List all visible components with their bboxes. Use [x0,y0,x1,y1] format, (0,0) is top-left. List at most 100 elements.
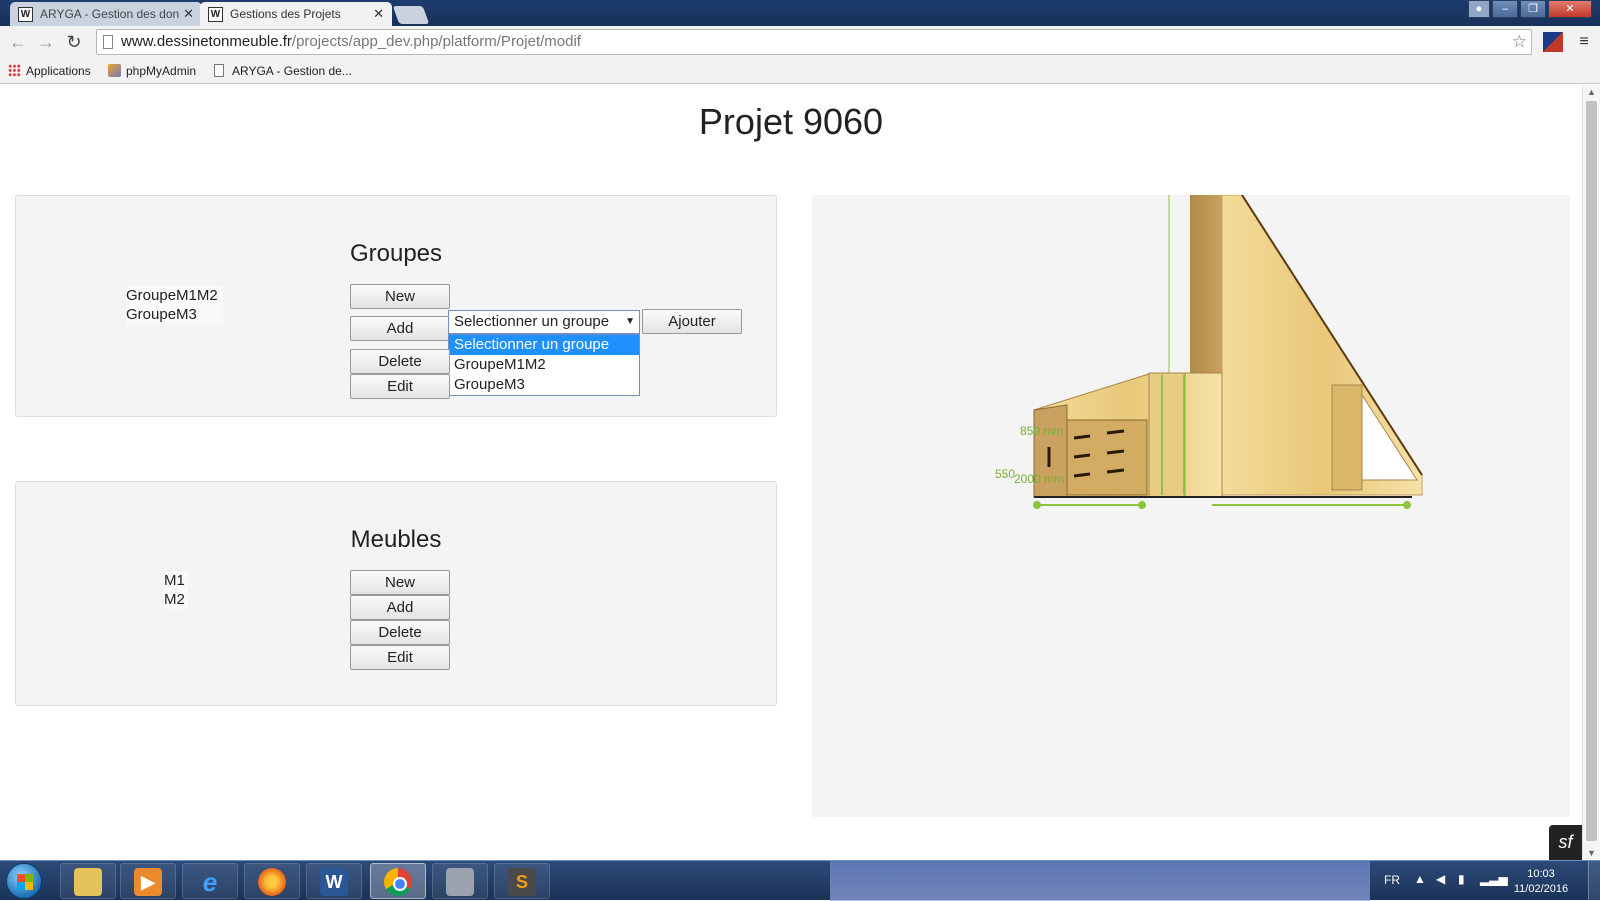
app-icon [446,868,474,896]
groupe-delete-button[interactable]: Delete [350,349,450,374]
language-indicator[interactable]: FR [1384,873,1400,887]
menu-icon[interactable]: ≡ [1576,32,1592,52]
new-tab-button[interactable] [392,6,430,24]
select-option[interactable]: GroupeM1M2 [449,355,639,375]
scroll-down-arrow-icon[interactable]: ▼ [1587,848,1596,858]
internet-explorer-icon: e [202,867,218,897]
taskbar-clock[interactable]: 10:03 11/02/2016 [1506,867,1576,897]
tab-gestions-projets[interactable]: W Gestions des Projets ✕ [200,2,392,26]
minimize-button[interactable]: – [1492,0,1518,18]
url-path: /projects/app_dev.php/platform/Projet/mo… [291,33,581,50]
select-value: Selectionner un groupe [454,313,610,330]
word-favicon-icon: W [208,7,223,22]
groupe-select-options: Selectionner un groupe GroupeM1M2 Groupe… [448,334,640,396]
ajouter-button[interactable]: Ajouter [642,309,742,334]
word-favicon-icon: W [18,7,33,22]
back-arrow-icon[interactable]: ← [6,30,30,54]
select-option[interactable]: GroupeM3 [449,375,639,395]
meuble-edit-button[interactable]: Edit [350,645,450,670]
list-item[interactable]: GroupeM1M2 [126,286,223,305]
close-icon[interactable]: ✕ [373,2,384,26]
furniture-render: 850 mm 550 2000 mm [995,194,1423,509]
close-window-button[interactable]: ✕ [1548,0,1592,18]
groupe-new-button[interactable]: New [350,284,450,309]
symfony-toolbar-icon[interactable]: sf [1549,825,1582,860]
bookmarks-bar: Applications phpMyAdmin ARYGA - Gestion … [0,58,1600,84]
scroll-up-arrow-icon[interactable]: ▲ [1587,87,1596,97]
chrome-icon [384,868,412,896]
bookmark-star-icon[interactable]: ☆ [1512,30,1527,54]
list-item[interactable]: GroupeM3 [126,305,223,324]
dropdown-arrow-icon: ▼ [625,316,635,327]
groupes-title: Groupes [349,240,443,267]
dim-label-850: 850 mm [1020,424,1063,438]
tab-label: Gestions des Projets [230,7,341,21]
bookmark-phpmyadmin[interactable]: phpMyAdmin [108,58,196,84]
low-door [1148,372,1186,498]
tab-label: ARYGA - Gestion des don [40,7,180,21]
list-item[interactable]: M2 [164,590,188,609]
taskbar-word[interactable]: W [306,863,362,899]
start-button[interactable] [6,863,42,899]
taskbar-firefox[interactable] [244,863,300,899]
firefox-icon [258,868,286,896]
bookmark-aryga[interactable]: ARYGA - Gestion de... [214,58,352,84]
list-item[interactable]: M1 [164,571,188,590]
groupes-list[interactable]: GroupeM1M2 GroupeM3 [126,286,223,324]
select-option[interactable]: Selectionner un groupe [449,335,639,355]
browser-titlebar: W ARYGA - Gestion des don ✕ W Gestions d… [0,0,1600,26]
network-icon[interactable]: ▮ [1458,872,1465,886]
signal-icon[interactable]: ▂▃▅ [1480,872,1508,886]
meuble-add-button[interactable]: Add [350,595,450,620]
volume-icon[interactable]: ◀ [1436,872,1445,886]
taskbar-media-player[interactable]: ▶ [120,863,176,899]
address-bar[interactable]: www.dessinetonmeuble.fr/projects/app_dev… [96,29,1532,55]
sublime-text-icon: S [508,868,536,896]
folder-icon [74,868,102,896]
taskbar-sublime-text[interactable]: S [494,863,550,899]
maximize-button[interactable]: ❐ [1520,0,1546,18]
meubles-list[interactable]: M1 M2 [164,571,188,609]
cabinet-opening [1361,393,1418,481]
groupe-select[interactable]: Selectionner un groupe ▼ [448,310,640,334]
forward-arrow-icon[interactable]: → [34,30,58,54]
user-icon[interactable]: ● [1468,0,1490,18]
tray-expand-icon[interactable]: ▲ [1414,872,1426,886]
tab-aryga[interactable]: W ARYGA - Gestion des don ✕ [10,2,202,26]
window-controls: ● – ❐ ✕ [1466,0,1592,18]
bookmark-applications[interactable]: Applications [8,58,91,84]
close-icon[interactable]: ✕ [183,2,194,26]
reload-icon[interactable]: ↻ [62,30,86,54]
media-player-icon: ▶ [134,868,162,896]
taskbar-glass [830,861,1370,901]
phpmyadmin-icon [108,64,121,77]
meuble-delete-button[interactable]: Delete [350,620,450,645]
word-icon: W [320,868,348,896]
clock-time: 10:03 [1527,868,1555,880]
furniture-3d-view[interactable]: 850 mm 550 2000 mm [812,194,1570,817]
meubles-title: Meubles [350,526,442,553]
groupes-panel: Groupes GroupeM1M2 GroupeM3 New Add Sele… [15,195,777,417]
url-domain: www.dessinetonmeuble.fr [121,33,292,50]
dim-label-550: 550 [995,467,1015,481]
taskbar-misc-app[interactable] [432,863,488,899]
taskbar-internet-explorer[interactable]: e [182,863,238,899]
document-icon [214,64,224,77]
scrollbar-thumb[interactable] [1586,101,1597,841]
meubles-panel: Meubles M1 M2 New Add Delete Edit [15,481,777,706]
dim-label-2000: 2000 mm [1014,472,1064,486]
bookmark-label: Applications [26,64,91,78]
show-desktop-button[interactable] [1588,861,1600,901]
clock-date: 11/02/2016 [1513,883,1569,895]
apps-grid-icon [8,64,21,77]
taskbar-explorer[interactable] [60,863,116,899]
meuble-new-button[interactable]: New [350,570,450,595]
taskbar-chrome[interactable] [370,863,426,899]
page-viewport: Projet 9060 Groupes GroupeM1M2 GroupeM3 … [0,85,1582,860]
bookmark-label: phpMyAdmin [126,64,197,78]
extension-icon[interactable] [1543,32,1563,52]
groupe-edit-button[interactable]: Edit [350,374,450,399]
windows-logo-icon [17,874,33,890]
page-scrollbar[interactable]: ▲ ▼ [1582,85,1600,860]
groupe-add-button[interactable]: Add [350,316,450,341]
